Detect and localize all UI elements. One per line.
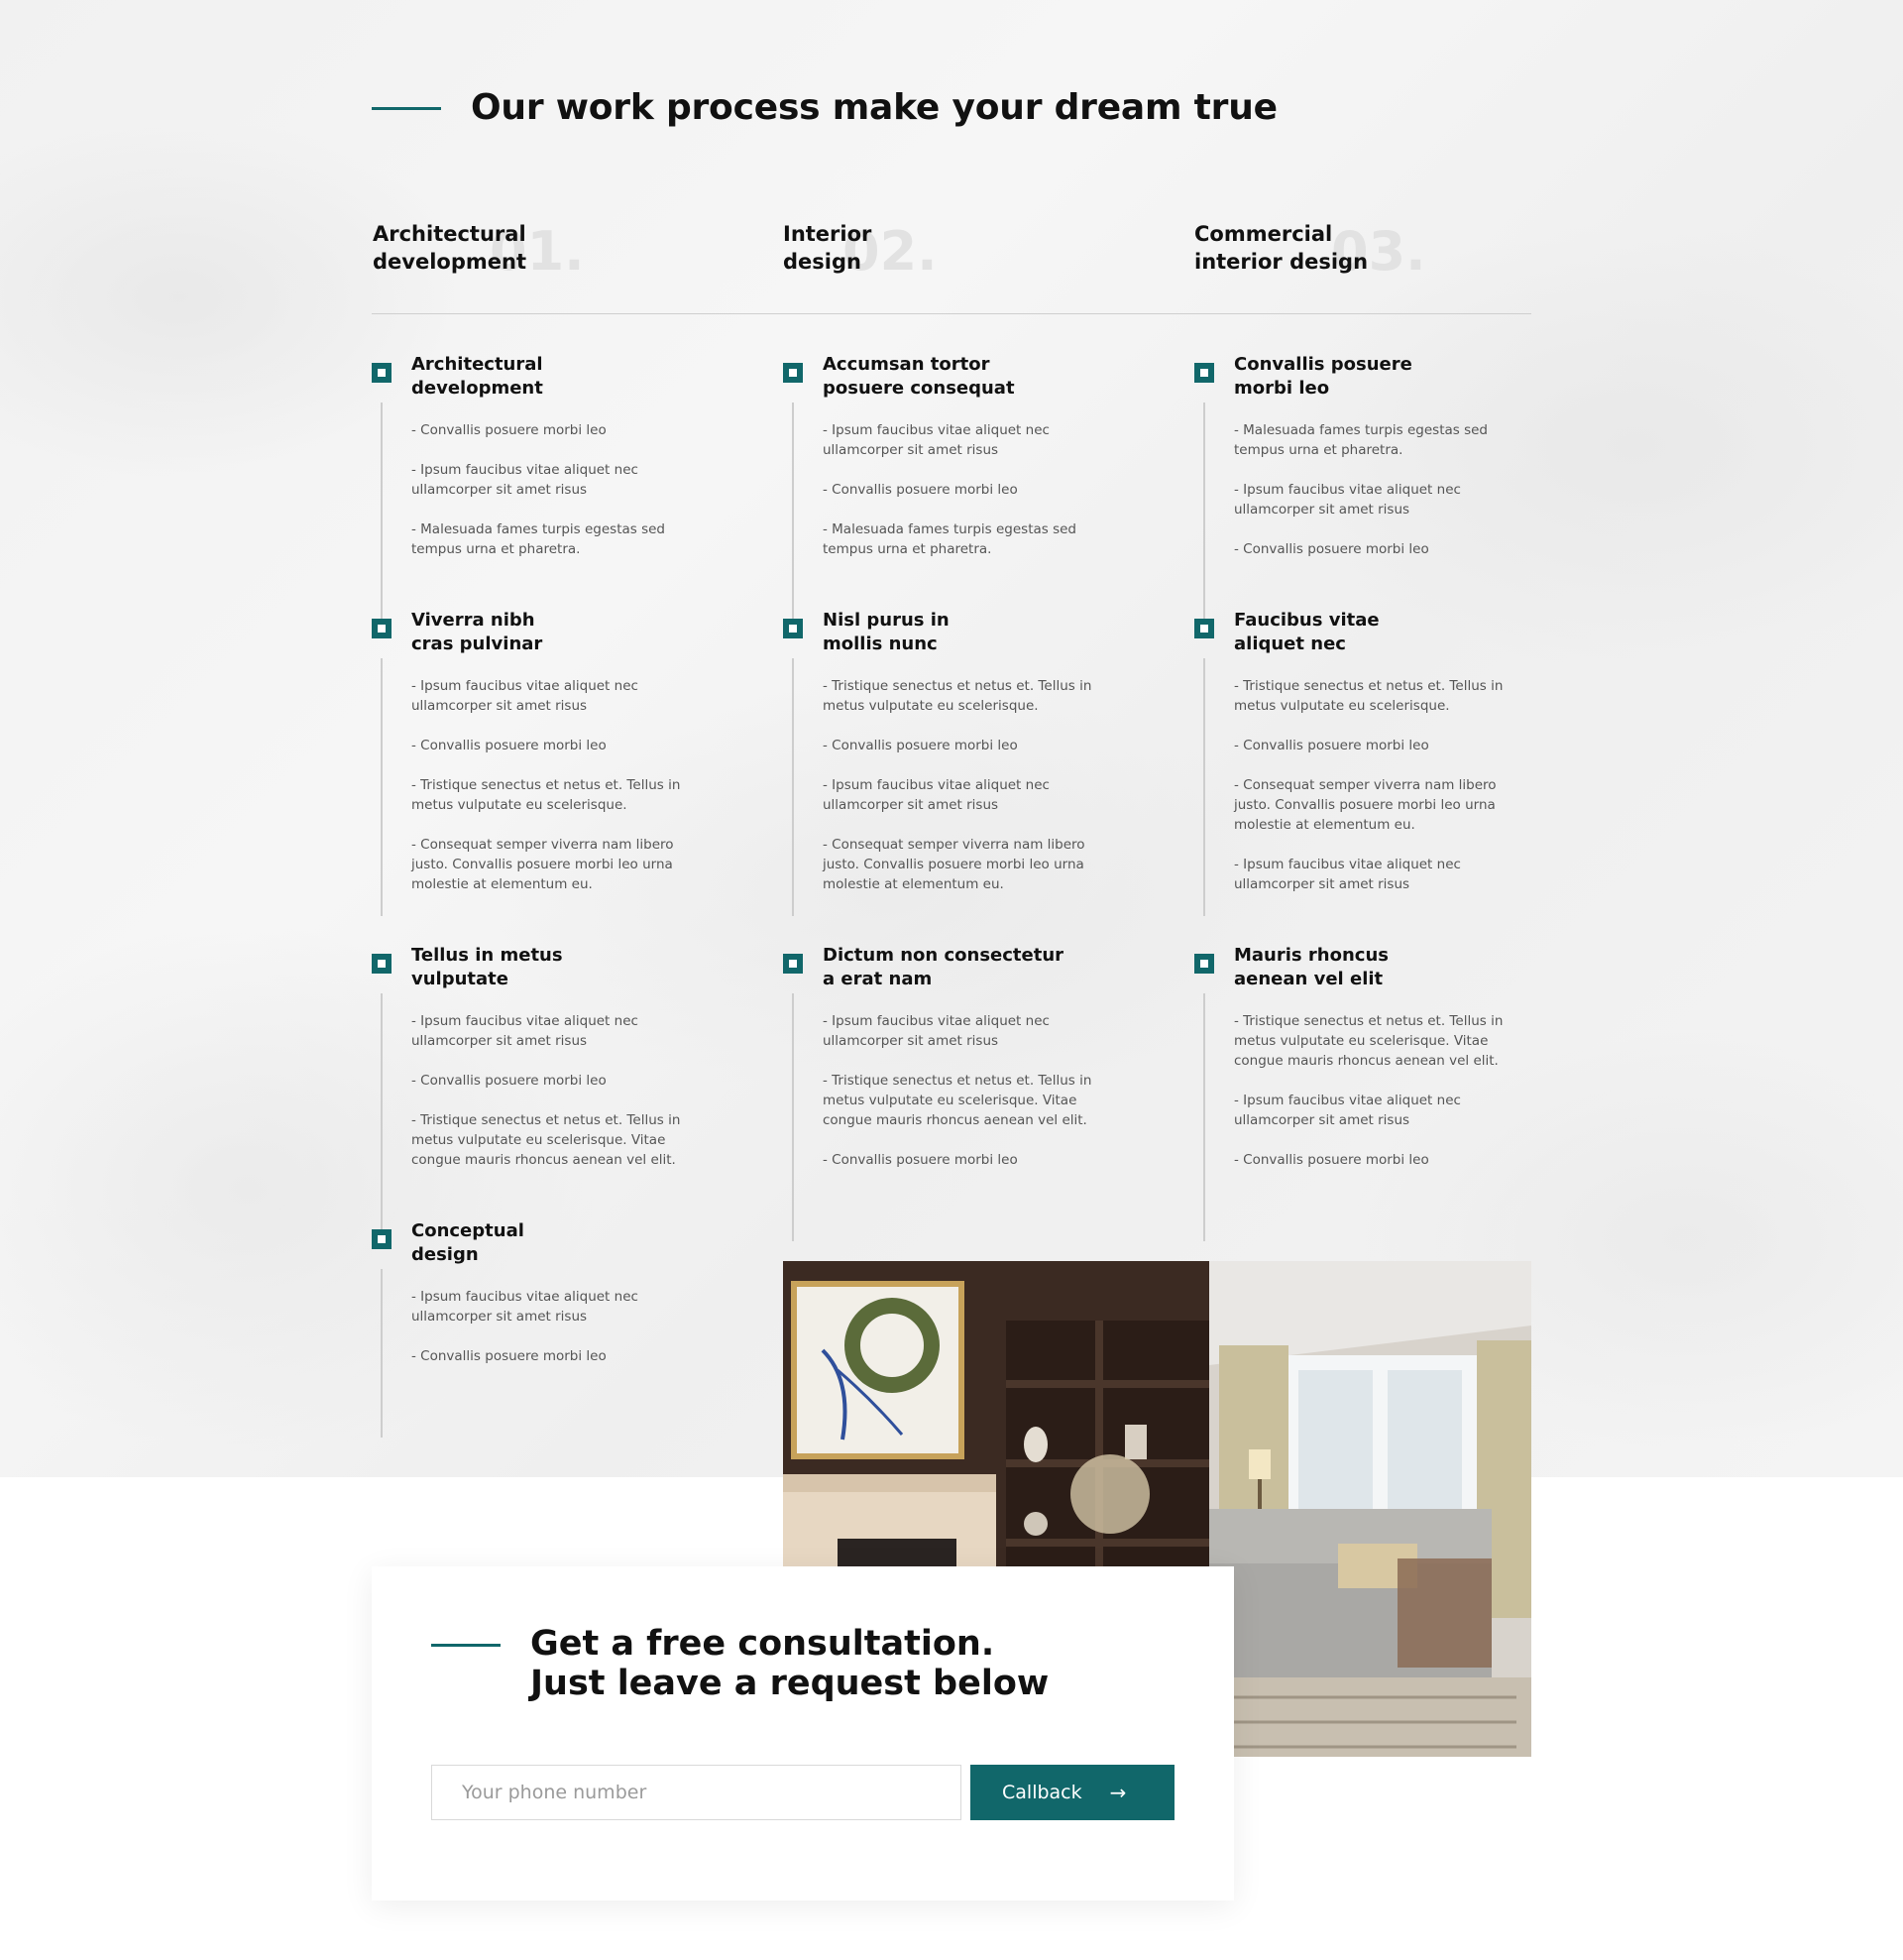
consultation-accent-line [431, 1644, 501, 1647]
step-marker-icon [372, 954, 392, 974]
category-title: Commercial interior design [1194, 222, 1369, 274]
step-marker-icon [372, 1229, 392, 1249]
step-item-list: - Ipsum faucibus vitae aliquet nec ullam… [411, 1287, 709, 1386]
step-item-list: - Tristique senectus et netus et. Tellus… [1234, 1011, 1531, 1190]
step-title: Mauris rhoncus aenean vel elit [1234, 945, 1389, 989]
step-title: Architectural development [411, 354, 543, 399]
step-item: - Ipsum faucibus vitae aliquet nec ullam… [411, 462, 638, 498]
step-marker-icon [1194, 619, 1214, 638]
step-marker-icon [1194, 954, 1214, 974]
step-title: Tellus in metus vulputate [411, 945, 563, 989]
step-marker-icon [372, 619, 392, 638]
step-connector-line [381, 993, 383, 1241]
step-item: - Ipsum faucibus vitae aliquet nec ullam… [1234, 857, 1461, 892]
step-connector-line [792, 403, 794, 631]
step-item-list: - Convallis posuere morbi leo - Ipsum fa… [411, 420, 709, 579]
step-item: - Ipsum faucibus vitae aliquet nec ullam… [411, 678, 638, 714]
step-item-list: - Tristique senectus et netus et. Tellus… [1234, 676, 1531, 914]
step-item: - Tristique senectus et netus et. Tellus… [1234, 1013, 1504, 1069]
step-title: Accumsan tortor posuere consequat [823, 354, 1015, 399]
step-item: - Ipsum faucibus vitae aliquet nec ullam… [411, 1013, 638, 1049]
step-title: Convallis posuere morbi leo [1234, 354, 1412, 399]
step-item: - Convallis posuere morbi leo [823, 1152, 1018, 1168]
step-item-list: - Tristique senectus et netus et. Tellus… [823, 676, 1120, 914]
step-marker-icon [372, 363, 392, 383]
section-accent-line [372, 107, 441, 110]
step-connector-line [792, 658, 794, 916]
step-item: - Malesuada fames turpis egestas sed tem… [823, 521, 1076, 557]
step-item: - Ipsum faucibus vitae aliquet nec ullam… [411, 1289, 638, 1325]
step-title: Faucibus vitae aliquet nec [1234, 610, 1380, 654]
step-title: Nisl purus in mollis nunc [823, 610, 950, 654]
category-title: Architectural development [373, 222, 526, 274]
section-title: Our work process make your dream true [471, 87, 1278, 128]
consultation-card: Get a free consultation. Just leave a re… [372, 1566, 1234, 1901]
step-item: - Convallis posuere morbi leo [823, 738, 1018, 753]
step-connector-line [792, 993, 794, 1241]
step-item-list: - Ipsum faucibus vitae aliquet nec ullam… [411, 676, 709, 914]
step-item: - Ipsum faucibus vitae aliquet nec ullam… [823, 777, 1050, 813]
category-header-2: 02. Interior design [783, 220, 1041, 284]
step-marker-icon [783, 363, 803, 383]
step-item: - Consequat semper viverra nam libero ju… [1234, 777, 1497, 833]
step-item-list: - Malesuada fames turpis egestas sed tem… [1234, 420, 1531, 579]
category-divider [372, 313, 1531, 314]
step-title: Dictum non consectetur a erat nam [823, 945, 1064, 989]
category-header-1: 01. Architectural development [373, 220, 630, 284]
category-header-3: 03. Commercial interior design [1194, 220, 1452, 284]
step-item: - Ipsum faucibus vitae aliquet nec ullam… [823, 1013, 1050, 1049]
callback-button[interactable]: Callback → [970, 1765, 1175, 1820]
consultation-title: Get a free consultation. Just leave a re… [530, 1624, 1050, 1703]
arrow-right-icon: → [1109, 1781, 1127, 1804]
category-title: Interior design [783, 222, 872, 274]
step-item: - Ipsum faucibus vitae aliquet nec ullam… [1234, 1093, 1461, 1128]
step-item-list: - Ipsum faucibus vitae aliquet nec ullam… [823, 420, 1120, 579]
step-item: - Tristique senectus et netus et. Tellus… [823, 1073, 1092, 1128]
step-item: - Convallis posuere morbi leo [1234, 541, 1429, 557]
step-item: - Tristique senectus et netus et. Tellus… [411, 1112, 681, 1168]
callback-button-label: Callback [1002, 1782, 1082, 1803]
step-connector-line [381, 403, 383, 631]
step-item: - Convallis posuere morbi leo [411, 1073, 607, 1089]
step-item: - Convallis posuere morbi leo [1234, 1152, 1429, 1168]
step-connector-line [1203, 993, 1205, 1241]
step-connector-line [381, 658, 383, 916]
step-marker-icon [783, 619, 803, 638]
step-item-list: - Ipsum faucibus vitae aliquet nec ullam… [823, 1011, 1120, 1190]
step-marker-icon [1194, 363, 1214, 383]
step-item: - Convallis posuere morbi leo [411, 422, 607, 438]
step-item: - Malesuada fames turpis egestas sed tem… [411, 521, 665, 557]
step-connector-line [381, 1269, 383, 1438]
step-item: - Convallis posuere morbi leo [823, 482, 1018, 498]
step-item: - Tristique senectus et netus et. Tellus… [411, 777, 681, 813]
step-connector-line [1203, 658, 1205, 916]
step-title: Conceptual design [411, 1220, 524, 1265]
step-item: - Ipsum faucibus vitae aliquet nec ullam… [823, 422, 1050, 458]
step-item: - Convallis posuere morbi leo [411, 1348, 607, 1364]
step-item: - Consequat semper viverra nam libero ju… [411, 837, 674, 892]
step-item: - Convallis posuere morbi leo [1234, 738, 1429, 753]
step-title: Viverra nibh cras pulvinar [411, 610, 543, 654]
step-item: - Convallis posuere morbi leo [411, 738, 607, 753]
phone-input[interactable] [431, 1765, 961, 1820]
step-marker-icon [783, 954, 803, 974]
step-item: - Tristique senectus et netus et. Tellus… [1234, 678, 1504, 714]
step-connector-line [1203, 403, 1205, 631]
step-item: - Tristique senectus et netus et. Tellus… [823, 678, 1092, 714]
step-item: - Consequat semper viverra nam libero ju… [823, 837, 1085, 892]
step-item-list: - Ipsum faucibus vitae aliquet nec ullam… [411, 1011, 709, 1190]
step-item: - Ipsum faucibus vitae aliquet nec ullam… [1234, 482, 1461, 518]
step-item: - Malesuada fames turpis egestas sed tem… [1234, 422, 1488, 458]
